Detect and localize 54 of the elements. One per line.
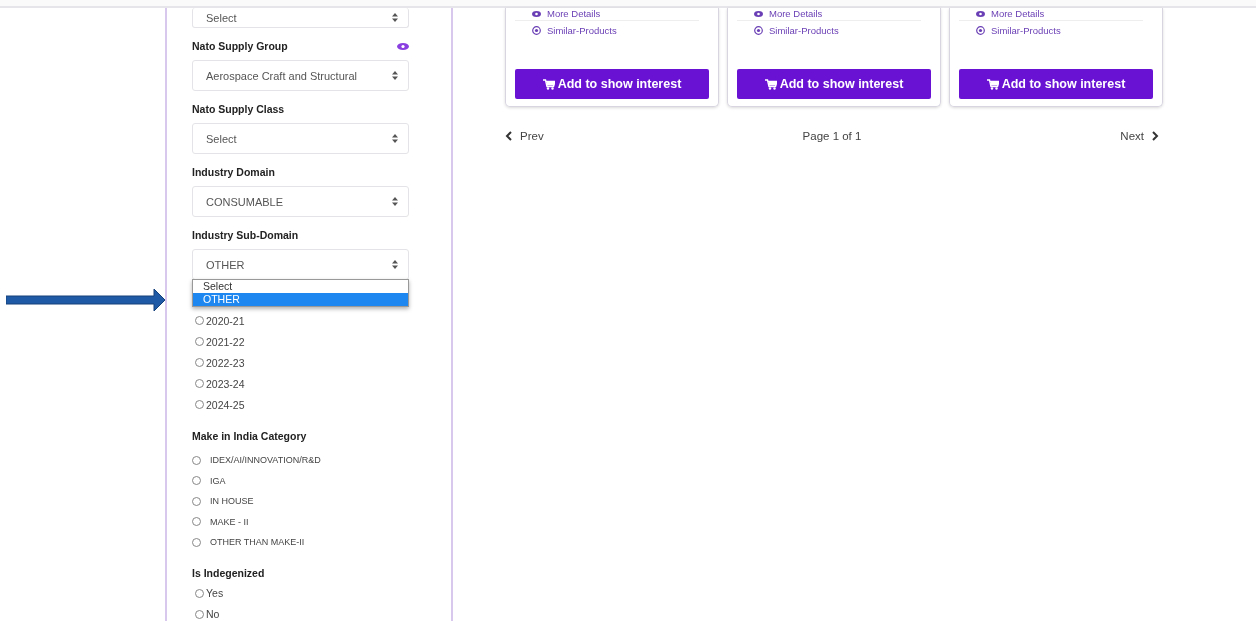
select-field[interactable]: Select — [192, 8, 409, 28]
radio-label: IGA — [210, 475, 226, 486]
sort-icon — [392, 71, 398, 80]
similar-products-link[interactable]: Similar-Products — [532, 25, 709, 36]
cart-icon — [986, 78, 999, 90]
radio-label: 2024-25 — [206, 398, 245, 411]
similar-products-link[interactable]: Similar-Products — [754, 25, 931, 36]
sort-icon — [392, 260, 398, 269]
radio-label: IDEX/AI/INNOVATION/R&D — [210, 455, 321, 466]
radio-label: OTHER THAN MAKE-II — [210, 537, 305, 548]
more-details-link[interactable]: More Details — [976, 8, 1143, 19]
target-icon — [532, 26, 541, 35]
target-icon — [754, 26, 763, 35]
select-field[interactable]: Select — [192, 123, 409, 154]
field-label: Industry Sub-Domain — [192, 229, 299, 241]
field-label: Is Indegenized — [192, 566, 265, 579]
more-details-link[interactable]: More Details — [754, 8, 921, 19]
dropdown-option[interactable]: OTHER — [193, 293, 408, 306]
chevron-right-icon — [1152, 131, 1159, 141]
add-interest-button[interactable]: Add to show interest — [959, 69, 1153, 99]
radio-label: Yes — [206, 587, 224, 599]
radio-label: IN HOUSE — [210, 496, 254, 507]
cart-icon — [542, 78, 555, 90]
sort-icon — [392, 134, 398, 143]
sort-icon — [392, 197, 398, 206]
eye-icon[interactable] — [397, 42, 409, 50]
radio-label: 2023-24 — [206, 377, 245, 390]
chevron-left-icon — [505, 131, 512, 141]
eye-icon — [754, 10, 763, 17]
sort-icon — [392, 13, 398, 22]
page-indicator: Page 1 of 1 — [802, 130, 862, 142]
prev-link[interactable]: Prev — [505, 130, 544, 142]
field-label: Nato Supply Class — [192, 103, 285, 115]
field-label: Nato Supply Group — [192, 40, 288, 52]
next-link[interactable]: Next — [1120, 130, 1159, 142]
add-interest-button[interactable]: Add to show interest — [515, 69, 709, 99]
cart-icon — [764, 78, 777, 90]
add-interest-button[interactable]: Add to show interest — [737, 69, 931, 99]
select-field[interactable]: CONSUMABLE — [192, 186, 409, 217]
target-icon — [976, 26, 985, 35]
radio-label: 2021-22 — [206, 335, 245, 348]
arrow-icon — [6, 287, 166, 313]
field-label: Industry Domain — [192, 166, 275, 178]
dropdown-option[interactable]: Select — [193, 280, 408, 293]
more-details-link[interactable]: More Details — [532, 8, 699, 19]
similar-products-link[interactable]: Similar-Products — [976, 25, 1153, 36]
radio-label: 2022-23 — [206, 356, 245, 369]
eye-icon — [532, 10, 541, 17]
field-label: Make in India Category — [192, 430, 307, 442]
radio-label: MAKE - II — [210, 516, 249, 527]
eye-icon — [976, 10, 985, 17]
select-field[interactable]: Aerospace Craft and Structural — [192, 60, 409, 91]
radio-label: No — [206, 608, 220, 620]
radio-label: 2020-21 — [206, 314, 245, 327]
